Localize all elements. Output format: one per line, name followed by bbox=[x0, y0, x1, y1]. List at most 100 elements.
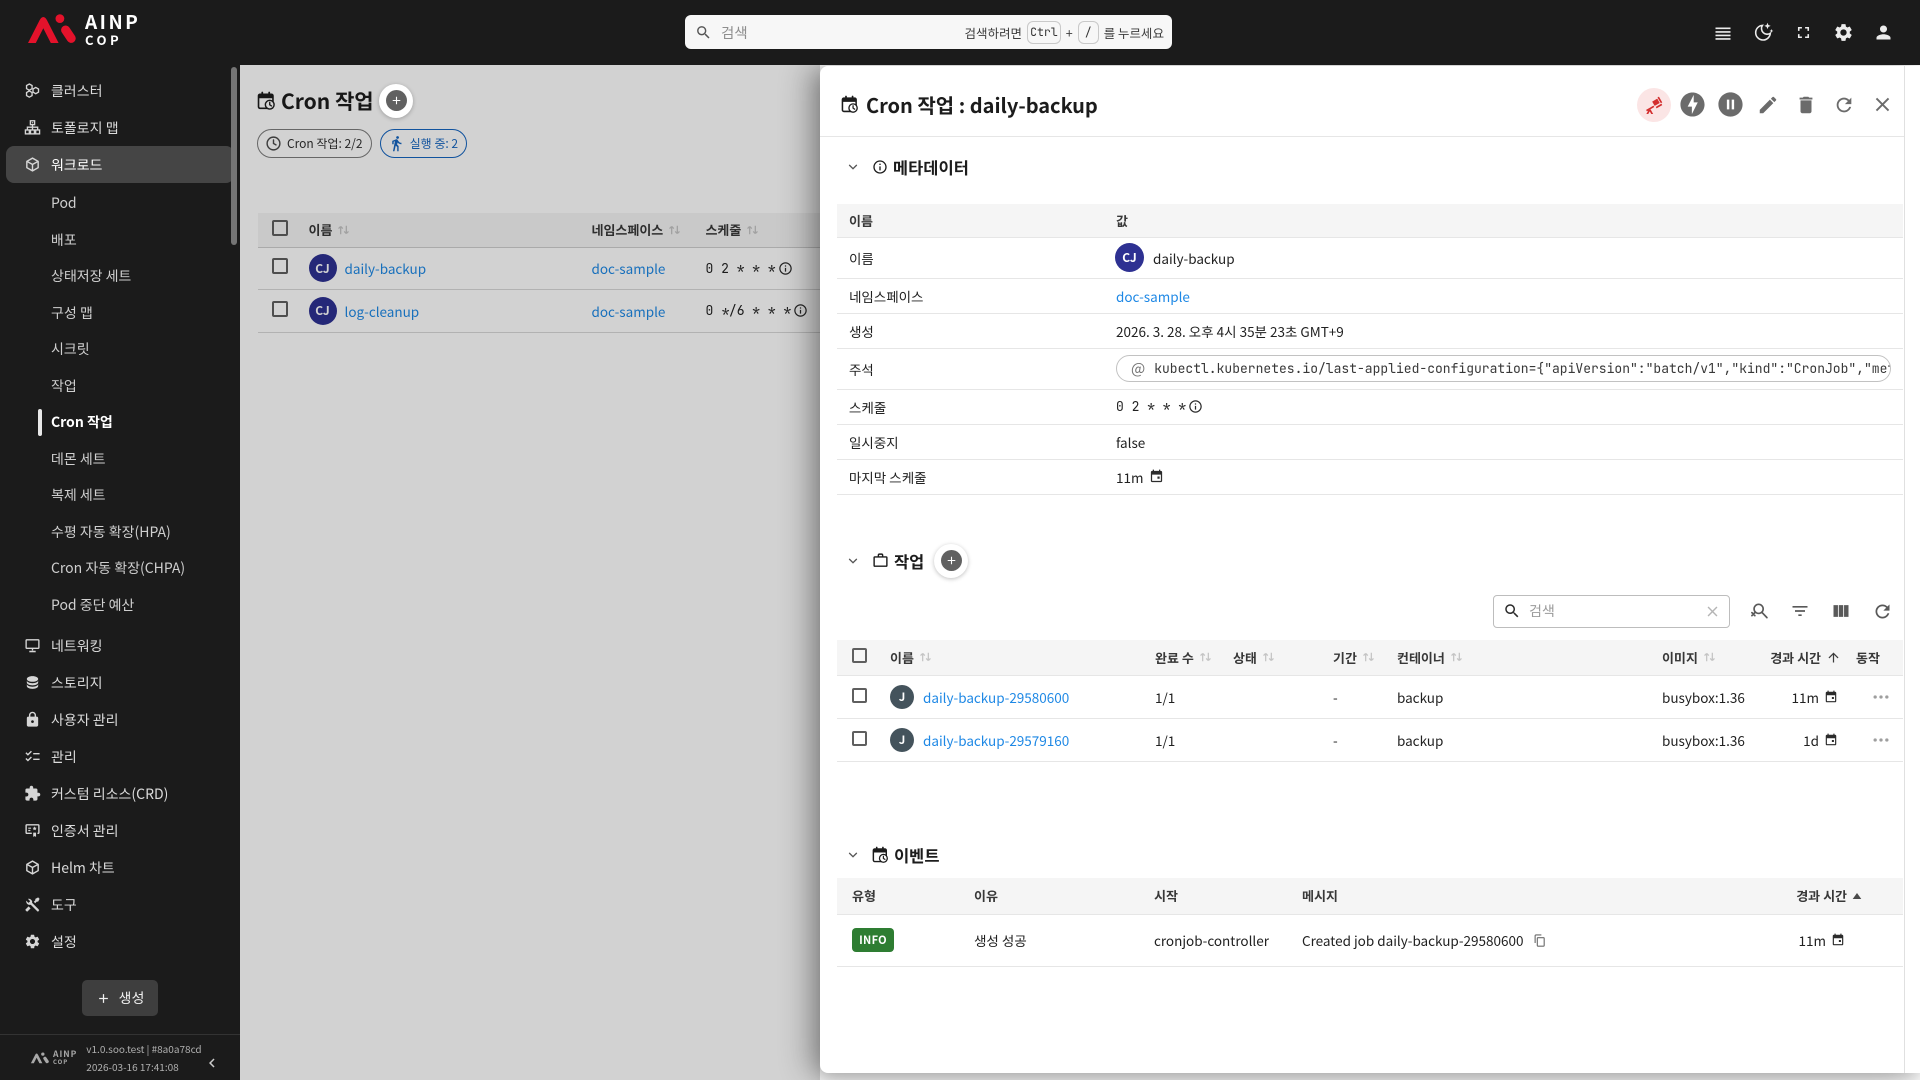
search-hint: 검색하려면 Ctrl + / 를 누르세요 bbox=[965, 21, 1164, 44]
close-drawer-button[interactable] bbox=[1863, 86, 1901, 124]
sort-icons[interactable] bbox=[1703, 651, 1716, 663]
annotation-chip[interactable]: @kubectl.kubernetes.io/last-applied-conf… bbox=[1116, 355, 1891, 382]
sidebar-item-topology[interactable]: 토폴로지 맵 bbox=[0, 109, 240, 146]
row-actions-menu[interactable] bbox=[1845, 730, 1903, 750]
sidebar-subitem-hpa[interactable]: 수평 자동 확장(HPA) bbox=[0, 514, 240, 551]
sort-icons[interactable] bbox=[919, 651, 932, 663]
sort-icons[interactable] bbox=[1262, 651, 1275, 663]
global-search[interactable]: 검색 검색하려면 Ctrl + / 를 누르세요 bbox=[685, 15, 1172, 49]
sidebar-subitem-jobs[interactable]: 작업 bbox=[0, 368, 240, 405]
sidebar-item-tools[interactable]: 도구 bbox=[0, 886, 240, 923]
row-checkbox[interactable] bbox=[852, 731, 867, 746]
sidebar-subitem-statefulsets[interactable]: 상태저장 세트 bbox=[0, 258, 240, 295]
column-source: 시작 bbox=[1140, 878, 1288, 914]
sidebar-item-crd[interactable]: 커스텀 리소스(CRD) bbox=[0, 775, 240, 812]
drawer-scrollbar-track[interactable] bbox=[1904, 66, 1920, 1073]
sidebar-item-certificates[interactable]: 인증서 관리 bbox=[0, 812, 240, 849]
telescope-icon bbox=[1644, 95, 1664, 115]
filter-button[interactable] bbox=[1788, 599, 1812, 623]
sidebar-item-network[interactable]: 네트워킹 bbox=[0, 627, 240, 664]
briefcase-icon bbox=[872, 552, 889, 569]
sort-icons[interactable] bbox=[1199, 651, 1212, 663]
create-job-button[interactable] bbox=[934, 544, 968, 578]
collapse-sidebar-icon[interactable] bbox=[203, 1054, 221, 1072]
sidebar-subitem-secrets[interactable]: 시크릿 bbox=[0, 331, 240, 368]
edit-button[interactable] bbox=[1749, 86, 1787, 124]
sidebar-subitem-deployments[interactable]: 배포 bbox=[0, 222, 240, 259]
suspend-button[interactable] bbox=[1711, 86, 1749, 124]
pin-telescope-button[interactable] bbox=[1635, 86, 1673, 124]
sidebar-item-label: 관리 bbox=[51, 747, 77, 767]
image-value: busybox:1.36 bbox=[1655, 676, 1750, 719]
calendar-icon bbox=[1824, 733, 1838, 747]
select-all-checkbox[interactable] bbox=[852, 648, 867, 663]
job-row[interactable]: Jdaily-backup-29580600 1/1 - backup busy… bbox=[837, 676, 1903, 719]
sidebar-subitem-replicasets[interactable]: 복제 세트 bbox=[0, 477, 240, 514]
trigger-now-button[interactable] bbox=[1673, 86, 1711, 124]
chevron-down-icon[interactable] bbox=[846, 848, 860, 862]
column-age[interactable]: 경과 시간 bbox=[1770, 648, 1821, 667]
clear-search-icon[interactable] bbox=[1704, 603, 1721, 620]
sidebar-item-helm[interactable]: Helm 차트 bbox=[0, 849, 240, 886]
sidebar-item-storage[interactable]: 스토리지 bbox=[0, 664, 240, 701]
delete-button[interactable] bbox=[1787, 86, 1825, 124]
lock-icon bbox=[24, 711, 41, 728]
row-actions-menu[interactable] bbox=[1845, 687, 1903, 707]
job-row[interactable]: Jdaily-backup-29579160 1/1 - backup busy… bbox=[837, 719, 1903, 762]
settings-gear-icon[interactable] bbox=[1832, 22, 1854, 44]
sidebar-item-workloads[interactable]: 워크로드 bbox=[6, 146, 234, 183]
status-value bbox=[1226, 676, 1326, 719]
notifications-menu-icon[interactable] bbox=[1712, 22, 1734, 44]
sidebar-item-admin[interactable]: 관리 bbox=[0, 738, 240, 775]
sidebar-subitem-cronjobs[interactable]: Cron 작업 bbox=[0, 404, 240, 441]
create-cronjob-button[interactable] bbox=[379, 84, 413, 118]
sort-asc-icon[interactable] bbox=[1826, 650, 1841, 665]
column-container[interactable]: 컨테이너 bbox=[1397, 648, 1445, 667]
metadata-section-header[interactable]: 메타데이터 bbox=[820, 150, 1904, 184]
app-logo[interactable]: AINP COP bbox=[26, 12, 140, 46]
job-name-link[interactable]: daily-backup-29579160 bbox=[923, 730, 1069, 750]
chevron-down-icon[interactable] bbox=[846, 554, 860, 568]
checklist-icon bbox=[24, 748, 41, 765]
column-name[interactable]: 이름 bbox=[890, 648, 914, 667]
jobs-search-input[interactable]: 검색 bbox=[1493, 595, 1730, 628]
refresh-button[interactable] bbox=[1870, 599, 1894, 623]
column-duration[interactable]: 기간 bbox=[1333, 648, 1357, 667]
account-icon[interactable] bbox=[1872, 22, 1894, 44]
job-name-link[interactable]: daily-backup-29580600 bbox=[923, 687, 1069, 707]
column-status[interactable]: 상태 bbox=[1233, 648, 1257, 667]
puzzle-icon bbox=[24, 785, 41, 802]
fullscreen-icon[interactable] bbox=[1792, 22, 1814, 44]
top-bar-actions bbox=[1712, 0, 1894, 65]
columns-button[interactable] bbox=[1829, 599, 1853, 623]
sidebar-item-label: 인증서 관리 bbox=[51, 821, 119, 841]
event-row[interactable]: INFO 생성 성공 cronjob-controller Created jo… bbox=[837, 914, 1903, 966]
dark-mode-icon[interactable] bbox=[1752, 22, 1774, 44]
drawer-backdrop[interactable] bbox=[240, 65, 820, 1080]
sort-icons[interactable] bbox=[1362, 651, 1375, 663]
sidebar-subitem-chpa[interactable]: Cron 자동 확장(CHPA) bbox=[0, 550, 240, 587]
info-icon[interactable] bbox=[1188, 399, 1203, 414]
copy-icon[interactable] bbox=[1532, 933, 1547, 948]
sort-icons[interactable] bbox=[1450, 651, 1463, 663]
sidebar-subitem-daemonsets[interactable]: 데몬 세트 bbox=[0, 441, 240, 478]
column-completions[interactable]: 완료 수 bbox=[1155, 648, 1194, 667]
sidebar-item-user-mgmt[interactable]: 사용자 관리 bbox=[0, 701, 240, 738]
refresh-button[interactable] bbox=[1825, 86, 1863, 124]
kbd-slash: / bbox=[1078, 21, 1099, 44]
sidebar-item-settings[interactable]: 설정 bbox=[0, 923, 240, 960]
column-image[interactable]: 이미지 bbox=[1662, 648, 1698, 667]
sidebar-subitem-pod[interactable]: Pod bbox=[0, 185, 240, 222]
sidebar-subitem-pdb[interactable]: Pod 중단 예산 bbox=[0, 587, 240, 624]
create-button[interactable]: 생성 bbox=[82, 980, 158, 1016]
column-age[interactable]: 경과 시간 bbox=[1796, 886, 1847, 905]
row-checkbox[interactable] bbox=[852, 688, 867, 703]
sidebar-subitem-configmaps[interactable]: 구성 맵 bbox=[0, 295, 240, 332]
search-off-button[interactable] bbox=[1747, 599, 1771, 623]
image-value: busybox:1.36 bbox=[1655, 719, 1750, 762]
network-icon bbox=[24, 637, 41, 654]
sidebar-scrollbar[interactable] bbox=[231, 67, 237, 245]
topology-map-icon bbox=[24, 119, 41, 136]
namespace-link[interactable]: doc-sample bbox=[1101, 286, 1190, 306]
sidebar-item-clusters[interactable]: 클러스터 bbox=[0, 72, 240, 109]
